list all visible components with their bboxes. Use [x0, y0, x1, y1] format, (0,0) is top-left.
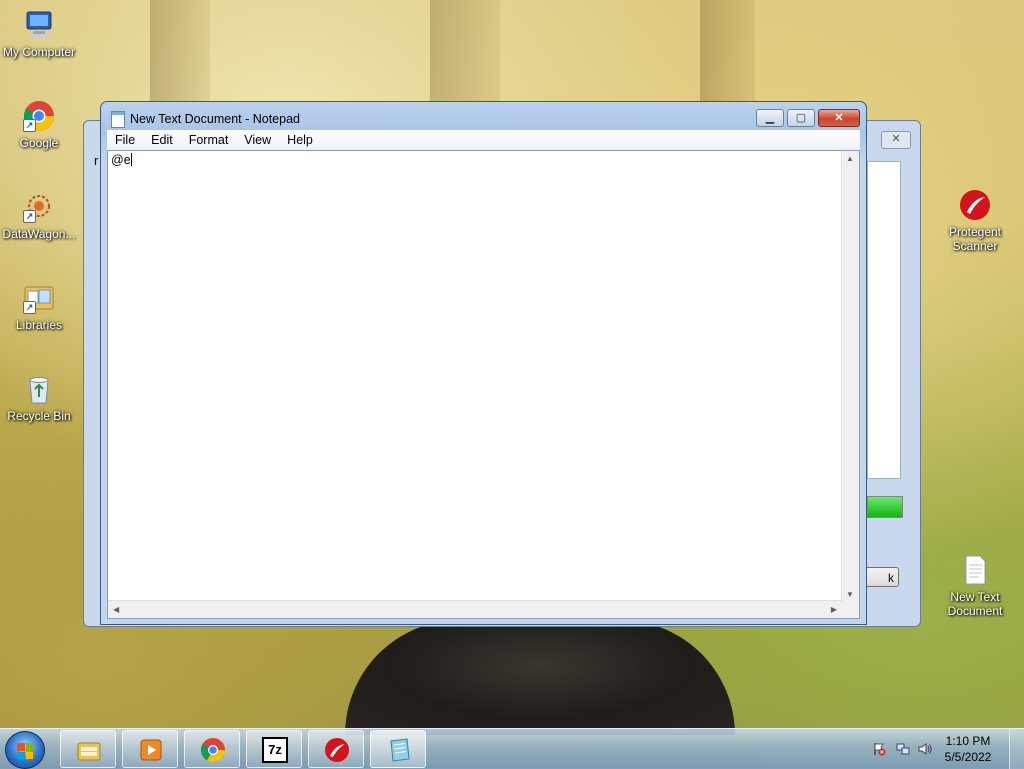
- desktop-icon-datawagon[interactable]: ↗ DataWagon...: [0, 190, 78, 241]
- close-button[interactable]: ✕: [818, 109, 860, 127]
- shortcut-arrow-icon: ↗: [23, 119, 36, 132]
- editor-content: @e: [111, 153, 131, 167]
- window-title: New Text Document - Notepad: [130, 112, 300, 126]
- taskbar: 7z 1:10 PM 5/5/2022: [0, 728, 1024, 769]
- desktop-icon-label: Recycle Bin: [7, 409, 71, 423]
- taskbar-explorer-button[interactable]: [60, 730, 116, 768]
- explorer-icon: [76, 737, 102, 763]
- desktop-icon-google[interactable]: ↗ Google: [0, 99, 78, 150]
- menu-edit[interactable]: Edit: [143, 133, 181, 147]
- menu-format[interactable]: Format: [181, 133, 237, 147]
- media-player-icon: [138, 737, 164, 763]
- text-caret: [130, 153, 132, 166]
- desktop-icon-my-computer[interactable]: My Computer: [0, 8, 78, 59]
- desktop-icon-label: My Computer: [2, 45, 76, 59]
- show-desktop-button[interactable]: [1009, 729, 1024, 769]
- 7zip-icon: 7z: [262, 737, 288, 763]
- computer-icon: [22, 8, 56, 42]
- window-controls: ▁ ▢ ✕: [756, 109, 860, 127]
- menu-file[interactable]: File: [107, 133, 143, 147]
- editor-content-line: @e: [111, 153, 132, 167]
- chrome-icon: [200, 737, 226, 763]
- notepad-window[interactable]: New Text Document - Notepad ▁ ▢ ✕ File E…: [100, 101, 867, 625]
- windows-logo-icon: [17, 743, 33, 759]
- clock[interactable]: 1:10 PM 5/5/2022: [938, 733, 998, 765]
- menu-view[interactable]: View: [236, 133, 279, 147]
- background-window-list: [867, 161, 901, 479]
- desktop-icon-libraries[interactable]: ↗ Libraries: [0, 281, 78, 332]
- text-document-icon: [958, 553, 992, 587]
- network-icon[interactable]: [896, 742, 910, 756]
- chrome-icon: ↗: [22, 99, 56, 133]
- datawagon-icon: ↗: [22, 190, 56, 224]
- background-window-close-button[interactable]: ✕: [881, 131, 911, 149]
- protegent-icon: [958, 188, 992, 222]
- scroll-left-arrow[interactable]: ◀: [113, 605, 119, 614]
- desktop-icon-new-text-document[interactable]: New Text Document: [936, 553, 1014, 618]
- taskbar-media-player-button[interactable]: [122, 730, 178, 768]
- desktop-icon-label: Google: [19, 136, 59, 150]
- protegent-icon: [324, 737, 350, 763]
- desktop-icon-recycle-bin[interactable]: Recycle Bin: [0, 372, 78, 423]
- menu-bar: File Edit Format View Help: [107, 130, 860, 150]
- desktop-icon-label: DataWagon...: [2, 227, 76, 241]
- scroll-right-arrow[interactable]: ▶: [831, 605, 837, 614]
- notepad-icon: [111, 111, 125, 128]
- desktop-icon-label: Libraries: [15, 318, 63, 332]
- scroll-up-arrow[interactable]: ▲: [846, 154, 854, 163]
- wallpaper-animal: [345, 620, 735, 735]
- maximize-button[interactable]: ▢: [787, 109, 815, 127]
- minimize-button[interactable]: ▁: [756, 109, 784, 127]
- volume-icon[interactable]: [918, 742, 932, 756]
- menu-help[interactable]: Help: [279, 133, 321, 147]
- clock-date: 5/5/2022: [944, 750, 992, 764]
- desktop-icon-label: Protegent Scanner: [948, 225, 1002, 253]
- scroll-down-arrow[interactable]: ▼: [846, 590, 854, 599]
- notepad-icon: [386, 737, 412, 763]
- action-center-icon[interactable]: [872, 742, 886, 756]
- start-button[interactable]: [5, 731, 45, 769]
- desktop-icon-protegent-scanner[interactable]: Protegent Scanner: [936, 188, 1014, 253]
- taskbar-protegent-button[interactable]: [308, 730, 364, 768]
- shortcut-arrow-icon: ↗: [23, 210, 36, 223]
- background-window-text: r: [94, 153, 99, 168]
- taskbar-7zip-button[interactable]: 7z: [246, 730, 302, 768]
- recycle-bin-icon: [22, 372, 56, 406]
- text-editor[interactable]: @e ▲ ▼ ◀ ▶: [107, 150, 860, 619]
- vertical-scrollbar[interactable]: ▲ ▼: [841, 151, 859, 602]
- libraries-icon: ↗: [22, 281, 56, 315]
- horizontal-scrollbar[interactable]: ◀ ▶: [108, 600, 842, 618]
- shortcut-arrow-icon: ↗: [23, 301, 36, 314]
- resize-grip[interactable]: [842, 601, 859, 618]
- 7zip-label: 7z: [268, 742, 282, 757]
- taskbar-chrome-button[interactable]: [184, 730, 240, 768]
- system-tray: 1:10 PM 5/5/2022: [864, 729, 1024, 769]
- background-window-progress-bar: [867, 496, 903, 518]
- taskbar-notepad-button[interactable]: [370, 730, 426, 768]
- desktop-icon-label: New Text Document: [947, 590, 1003, 618]
- clock-time: 1:10 PM: [945, 734, 991, 748]
